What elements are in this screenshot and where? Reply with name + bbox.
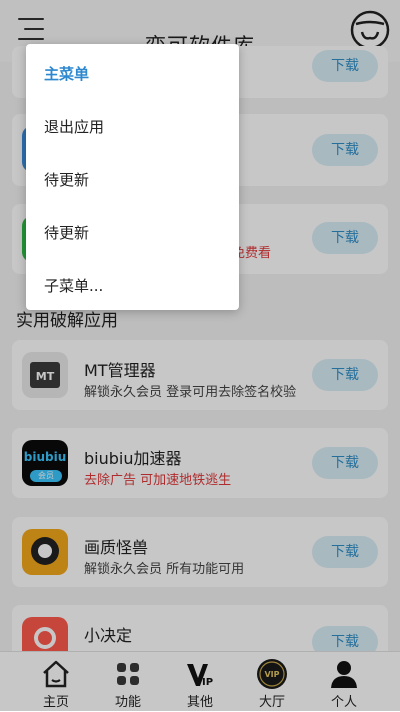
menu-item-submenu[interactable]: 子菜单... (44, 275, 103, 296)
menu-item-main[interactable]: 主菜单 (44, 63, 89, 84)
app-screen: 奕可软件库 下载 下载 免费看 下载 实用破解应用 MT MT管理器 解锁永久会… (0, 0, 400, 712)
menu-item-pending[interactable]: 待更新 (44, 169, 89, 190)
popup-menu: 主菜单 退出应用 待更新 待更新 子菜单... (26, 44, 239, 310)
menu-item-exit[interactable]: 退出应用 (44, 116, 104, 137)
menu-item-pending[interactable]: 待更新 (44, 222, 89, 243)
